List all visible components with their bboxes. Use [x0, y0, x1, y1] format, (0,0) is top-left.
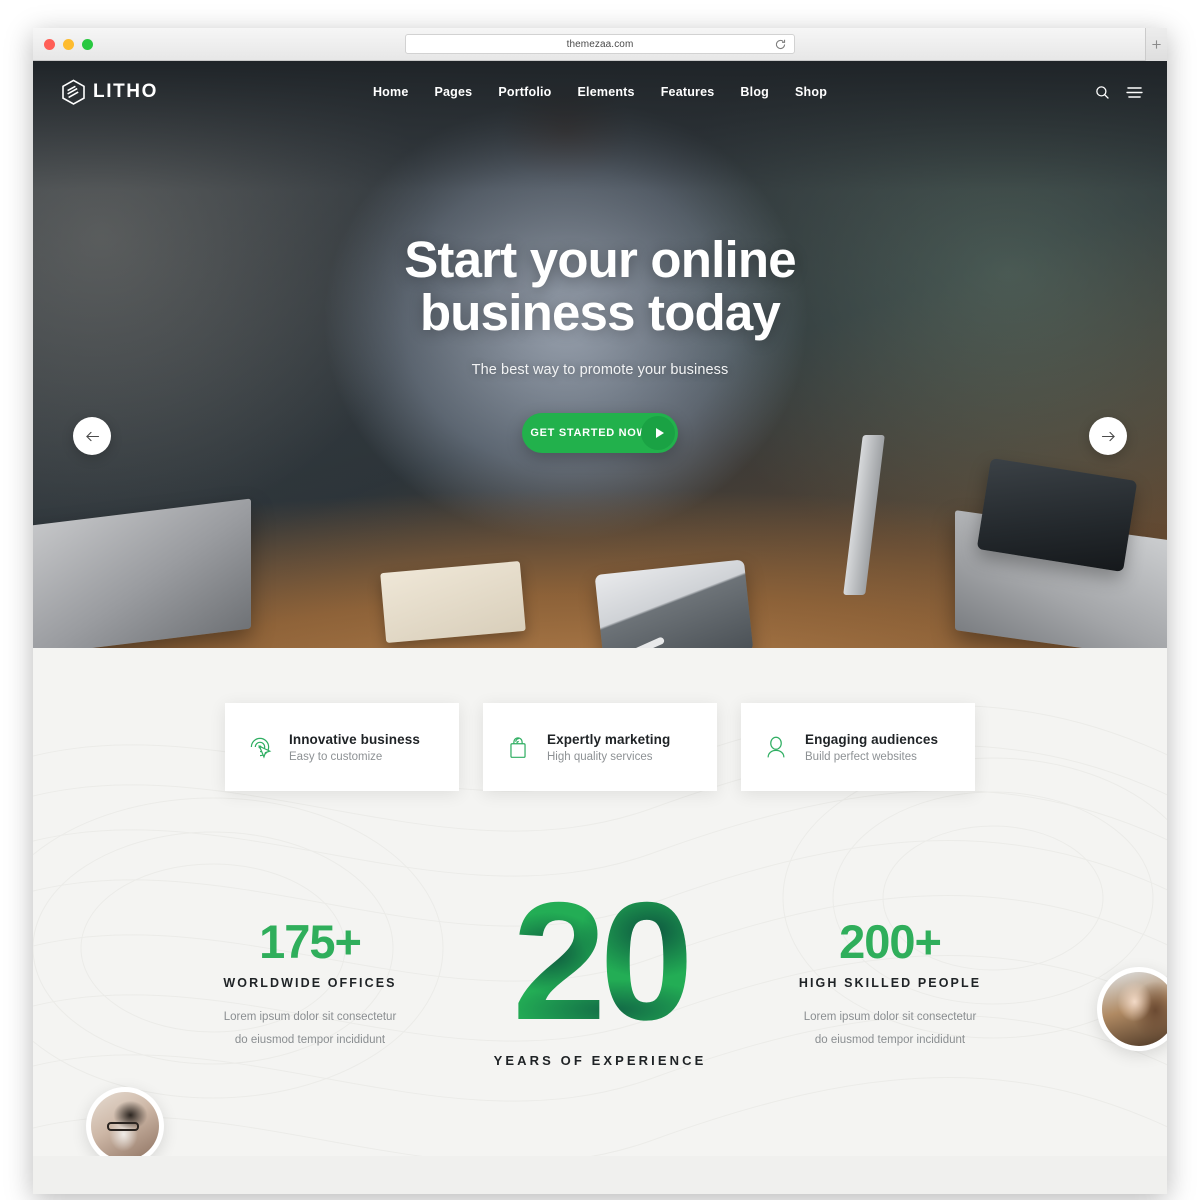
- stat-number: 175+: [259, 915, 362, 968]
- feature-title: Innovative business: [289, 731, 420, 747]
- close-window-button[interactable]: [44, 38, 55, 50]
- search-icon[interactable]: [1095, 85, 1110, 100]
- feature-card-text: Expertly marketing High quality services: [547, 732, 670, 763]
- plus-icon: [1152, 40, 1161, 49]
- laptop-left-decor: [33, 498, 251, 648]
- nav-item-home[interactable]: Home: [373, 85, 409, 99]
- cursor-click-icon: [250, 737, 272, 759]
- feature-title: Expertly marketing: [547, 731, 671, 747]
- page-bottom-edge: [33, 1156, 1167, 1194]
- hamburger-menu-icon[interactable]: [1126, 86, 1143, 99]
- play-icon: [641, 416, 675, 451]
- nav-item-elements[interactable]: Elements: [578, 85, 635, 99]
- slider-next-button[interactable]: [1089, 417, 1127, 455]
- reload-icon[interactable]: [774, 38, 787, 51]
- stat-desc-line-1: Lorem ipsum dolor sit consectetur: [803, 1011, 977, 1023]
- stat-years-of-experience: 20 YEARS OF EXPERIENCE: [460, 886, 740, 1068]
- get-started-button[interactable]: GET STARTED NOW: [522, 413, 678, 454]
- hero-title-line-1: Start your online: [404, 231, 796, 288]
- avatar-left[interactable]: [86, 1087, 164, 1165]
- address-bar[interactable]: themezaa.com: [405, 34, 795, 54]
- page-viewport: LITHO Home Pages Portfolio Elements Feat…: [33, 61, 1167, 1194]
- hero-title-line-2: business today: [419, 284, 781, 342]
- feature-subtitle: Build perfect websites: [805, 750, 917, 763]
- arrow-right-icon: [1101, 431, 1115, 441]
- stats-row: 175+ WORLDWIDE OFFICES Lorem ipsum dolor…: [33, 886, 1167, 1068]
- stat-worldwide-offices: 175+ WORLDWIDE OFFICES Lorem ipsum dolor…: [160, 886, 460, 1052]
- big-stat-number: 20: [460, 886, 740, 1038]
- get-started-label: GET STARTED NOW: [530, 427, 648, 440]
- stat-description: Lorem ipsum dolor sit consectetur do eiu…: [740, 1006, 1040, 1052]
- stat-desc-line-1: Lorem ipsum dolor sit consectetur: [223, 1011, 397, 1023]
- stat-desc-line-2: do eiusmod tempor incididunt: [814, 1034, 966, 1046]
- feature-card-text: Engaging audiences Build perfect website…: [805, 732, 938, 763]
- feature-card-innovative-business[interactable]: Innovative business Easy to customize: [225, 703, 459, 791]
- nav-item-portfolio[interactable]: Portfolio: [498, 85, 551, 99]
- feature-card-expertly-marketing[interactable]: Expertly marketing High quality services: [483, 703, 717, 791]
- stat-description: Lorem ipsum dolor sit consectetur do eiu…: [160, 1006, 460, 1052]
- arrow-left-icon: [85, 431, 99, 441]
- screenshot-root: themezaa.com LITHO Home Pages Portfolio …: [0, 0, 1200, 1200]
- feature-card-text: Innovative business Easy to customize: [289, 732, 420, 763]
- feature-card-engaging-audiences[interactable]: Engaging audiences Build perfect website…: [741, 703, 975, 791]
- site-header: LITHO Home Pages Portfolio Elements Feat…: [33, 61, 1167, 123]
- new-tab-button[interactable]: [1145, 28, 1167, 61]
- hero-title: Start your online business today: [33, 233, 1167, 339]
- tablet-center-decor: [594, 559, 754, 648]
- big-stat-label: YEARS OF EXPERIENCE: [493, 1053, 707, 1069]
- browser-window: themezaa.com LITHO Home Pages Portfolio …: [33, 28, 1167, 1194]
- stat-number: 200+: [839, 915, 942, 968]
- avatar-photo: [1102, 972, 1167, 1046]
- hero-subtitle: The best way to promote your business: [471, 362, 729, 379]
- window-controls: [44, 38, 93, 50]
- hero-content: Start your online business today The bes…: [33, 233, 1167, 454]
- maximize-window-button[interactable]: [82, 38, 93, 50]
- shopping-bag-icon: [510, 737, 526, 758]
- feature-subtitle: High quality services: [547, 750, 653, 763]
- main-navigation: Home Pages Portfolio Elements Features B…: [33, 85, 1167, 99]
- nav-item-features[interactable]: Features: [661, 85, 715, 99]
- notebook-decor: [380, 561, 526, 643]
- nav-item-shop[interactable]: Shop: [795, 85, 827, 99]
- feature-title: Engaging audiences: [805, 731, 939, 747]
- slider-prev-button[interactable]: [73, 417, 111, 455]
- url-text: themezaa.com: [566, 38, 634, 50]
- hero-section: LITHO Home Pages Portfolio Elements Feat…: [33, 61, 1167, 648]
- minimize-window-button[interactable]: [63, 38, 74, 50]
- nav-item-blog[interactable]: Blog: [740, 85, 769, 99]
- user-icon: [767, 736, 785, 758]
- feature-subtitle: Easy to customize: [289, 750, 383, 763]
- avatar-photo: [91, 1092, 159, 1160]
- stat-label: WORLDWIDE OFFICES: [223, 976, 397, 990]
- feature-cards-row: Innovative business Easy to customize Ex…: [33, 703, 1167, 791]
- glasses-decor: [107, 1122, 139, 1131]
- stat-desc-line-2: do eiusmod tempor incididunt: [234, 1034, 386, 1046]
- stat-high-skilled-people: 200+ HIGH SKILLED PEOPLE Lorem ipsum dol…: [740, 886, 1040, 1052]
- nav-item-pages[interactable]: Pages: [434, 85, 472, 99]
- stat-label: HIGH SKILLED PEOPLE: [798, 976, 982, 990]
- header-actions: [1095, 85, 1143, 100]
- browser-chrome: themezaa.com: [33, 28, 1167, 61]
